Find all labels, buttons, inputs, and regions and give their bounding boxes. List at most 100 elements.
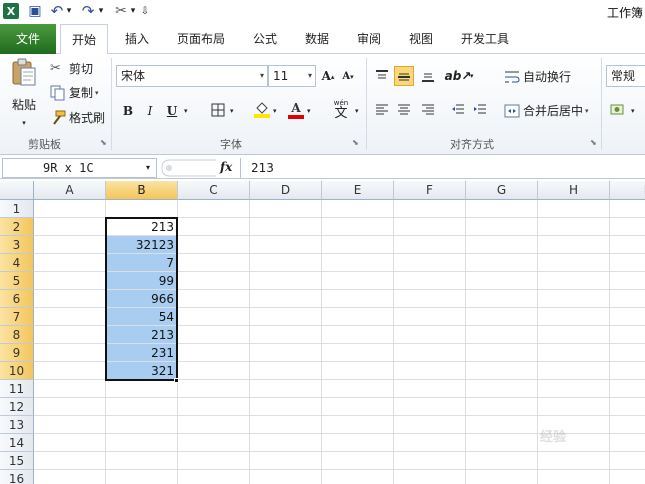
row-header-14[interactable]: 14	[0, 434, 34, 452]
row-header-1[interactable]: 1	[0, 200, 34, 218]
row-header-7[interactable]: 7	[0, 308, 34, 326]
cell-b10[interactable]: 321	[106, 362, 177, 379]
phonetic-button[interactable]: wén 文	[328, 98, 354, 122]
italic-button[interactable]: I	[140, 101, 160, 121]
insert-function-icon[interactable]: fx	[220, 160, 232, 174]
font-size-combo[interactable]: 11 ▾	[268, 65, 316, 87]
merge-center-button[interactable]: 合并后居中 ▾	[504, 102, 589, 119]
column-header-f[interactable]: F	[394, 181, 466, 200]
redo-icon[interactable]: ↷	[80, 2, 96, 20]
tab-developer[interactable]: 开发工具	[452, 24, 518, 54]
merge-center-dropdown-icon[interactable]: ▾	[585, 107, 589, 115]
borders-dropdown-icon[interactable]: ▾	[230, 107, 234, 115]
row-header-11[interactable]: 11	[0, 380, 34, 398]
underline-button[interactable]: U	[162, 101, 182, 121]
underline-dropdown-icon[interactable]: ▾	[184, 107, 188, 115]
decrease-indent-button[interactable]	[448, 100, 468, 120]
row-header-15[interactable]: 15	[0, 452, 34, 470]
copy-button[interactable]: 复制 ▾	[50, 84, 99, 101]
bold-button[interactable]: B	[118, 101, 138, 121]
phonetic-dropdown-icon[interactable]: ▾	[355, 107, 359, 115]
cell-b8[interactable]: 213	[106, 326, 177, 343]
cell-b3[interactable]: 32123	[106, 236, 177, 253]
align-center-button[interactable]	[394, 100, 414, 120]
formula-input[interactable]: 213	[240, 158, 645, 178]
row-header-2[interactable]: 2	[0, 218, 34, 236]
row-header-16[interactable]: 16	[0, 470, 34, 484]
alignment-launcher-icon[interactable]: ⬊	[590, 138, 597, 147]
font-launcher-icon[interactable]: ⬊	[352, 138, 359, 147]
tab-home[interactable]: 开始	[60, 24, 108, 55]
tab-data[interactable]: 数据	[296, 24, 338, 54]
tab-review[interactable]: 审阅	[348, 24, 390, 54]
font-size-dropdown-icon[interactable]: ▾	[308, 66, 312, 86]
column-header-g[interactable]: G	[466, 181, 538, 200]
row-header-4[interactable]: 4	[0, 254, 34, 272]
font-name-combo[interactable]: 宋体 ▾	[116, 65, 268, 87]
align-top-button[interactable]	[372, 66, 392, 86]
fill-handle[interactable]	[174, 378, 179, 383]
align-middle-button[interactable]	[394, 66, 414, 86]
customize-qat-icon[interactable]: ⇩	[140, 3, 150, 19]
undo-icon[interactable]: ↶	[49, 2, 65, 20]
wrap-text-button[interactable]: 自动换行	[504, 68, 571, 85]
name-box[interactable]: 9R x 1C	[2, 158, 157, 178]
row-header-8[interactable]: 8	[0, 326, 34, 344]
shrink-font-button[interactable]: A ▾	[338, 66, 358, 86]
cell-b7[interactable]: 54	[106, 308, 177, 325]
name-box-dropdown-icon[interactable]: ▾	[146, 158, 150, 178]
row-header-12[interactable]: 12	[0, 398, 34, 416]
redo-dropdown-icon[interactable]: ▾	[96, 3, 106, 19]
tab-file[interactable]: 文件	[0, 24, 56, 54]
row-header-13[interactable]: 13	[0, 416, 34, 434]
cell-b2[interactable]: 213	[106, 218, 177, 235]
row-header-5[interactable]: 5	[0, 272, 34, 290]
column-header-c[interactable]: C	[178, 181, 250, 200]
column-header-h[interactable]: H	[538, 181, 610, 200]
tab-page-layout[interactable]: 页面布局	[170, 24, 232, 54]
font-color-button[interactable]: A	[286, 100, 306, 120]
tools-dropdown-icon[interactable]: ▾	[128, 3, 138, 19]
accounting-format-button[interactable]	[608, 100, 628, 120]
paste-button[interactable]: 粘贴 ▾	[6, 58, 42, 132]
tab-insert[interactable]: 插入	[116, 24, 158, 54]
fill-color-button[interactable]	[252, 100, 272, 120]
column-header-i[interactable]: I	[610, 181, 645, 200]
cell-b4[interactable]: 7	[106, 254, 177, 271]
undo-dropdown-icon[interactable]: ▾	[64, 3, 74, 19]
excel-logo-icon[interactable]: X	[3, 3, 19, 19]
column-header-b[interactable]: B	[106, 181, 178, 200]
increase-indent-button[interactable]	[470, 100, 490, 120]
row-header-10[interactable]: 10	[0, 362, 34, 380]
row-header-3[interactable]: 3	[0, 236, 34, 254]
tab-formulas[interactable]: 公式	[244, 24, 286, 54]
font-name-dropdown-icon[interactable]: ▾	[260, 66, 264, 86]
align-bottom-button[interactable]	[418, 66, 438, 86]
column-header-a[interactable]: A	[34, 181, 106, 200]
font-color-dropdown-icon[interactable]: ▾	[307, 107, 311, 115]
number-format-combo[interactable]: 常规	[606, 65, 645, 87]
align-right-button[interactable]	[418, 100, 438, 120]
cell-b9[interactable]: 231	[106, 344, 177, 361]
orientation-button[interactable]: ab↗	[445, 66, 472, 86]
spreadsheet-grid[interactable]: ABCDEFGHI 12345678910111213141516 213321…	[0, 181, 645, 484]
row-header-9[interactable]: 9	[0, 344, 34, 362]
paste-dropdown-icon[interactable]: ▾	[22, 119, 26, 127]
tab-view[interactable]: 视图	[400, 24, 442, 54]
select-all-corner[interactable]	[0, 181, 34, 200]
save-icon[interactable]: ▣	[27, 3, 43, 19]
row-header-6[interactable]: 6	[0, 290, 34, 308]
cut-button[interactable]: ✂ 剪切	[50, 60, 93, 77]
accounting-dropdown-icon[interactable]: ▾	[631, 107, 635, 115]
clipboard-launcher-icon[interactable]: ⬊	[100, 138, 107, 147]
cell-b6[interactable]: 966	[106, 290, 177, 307]
column-header-e[interactable]: E	[322, 181, 394, 200]
column-header-d[interactable]: D	[250, 181, 322, 200]
tools-icon[interactable]: ✂	[113, 3, 129, 19]
fill-color-dropdown-icon[interactable]: ▾	[273, 107, 277, 115]
copy-dropdown-icon[interactable]: ▾	[95, 89, 99, 97]
borders-button[interactable]	[208, 101, 228, 121]
cell-b5[interactable]: 99	[106, 272, 177, 289]
grow-font-button[interactable]: A ▴	[318, 66, 338, 86]
format-painter-button[interactable]: 格式刷	[50, 109, 105, 126]
